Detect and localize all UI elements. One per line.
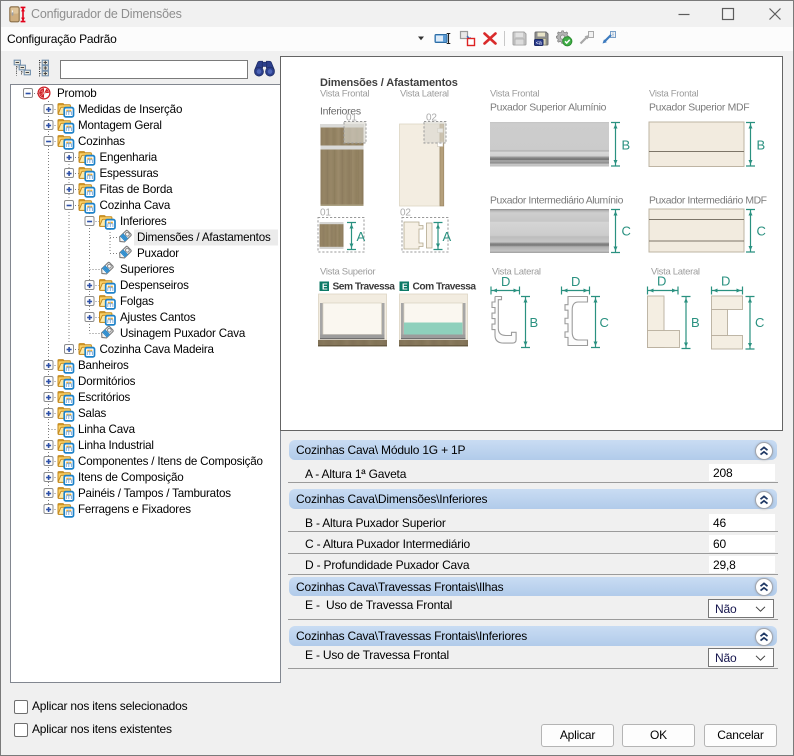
svg-text:C: C (622, 224, 631, 239)
svg-text:Puxador Superior Alumínio: Puxador Superior Alumínio (490, 103, 607, 114)
svg-text:Vista Lateral: Vista Lateral (400, 89, 449, 100)
svg-text:D: D (721, 274, 730, 289)
svg-text:Banheiros: Banheiros (78, 359, 129, 372)
svg-text:Puxador Superior MDF: Puxador Superior MDF (649, 103, 749, 114)
svg-text:Cozinha Cava: Cozinha Cava (100, 199, 171, 212)
svg-text:D: D (571, 274, 580, 289)
svg-text:Puxador Intermediário MDF: Puxador Intermediário MDF (649, 196, 767, 207)
svg-text:Ferragens e Fixadores: Ferragens e Fixadores (78, 503, 191, 516)
svg-text:Cozinha Cava Madeira: Cozinha Cava Madeira (100, 343, 215, 356)
svg-text:Despenseiros: Despenseiros (120, 279, 189, 292)
svg-text:Sem Travessa: Sem Travessa (333, 282, 396, 293)
svg-text:Painéis / Tampos / Tamburatos: Painéis / Tampos / Tamburatos (78, 487, 231, 500)
svg-text:Fitas de Borda: Fitas de Borda (100, 183, 174, 196)
svg-text:C: C (755, 315, 764, 330)
svg-text:Superiores: Superiores (120, 263, 175, 276)
svg-text:Puxador Intermediário Alumínio: Puxador Intermediário Alumínio (490, 196, 624, 207)
svg-text:B: B (691, 315, 699, 330)
svg-text:Vista Superior: Vista Superior (320, 267, 375, 278)
svg-text:C: C (757, 224, 766, 239)
svg-text:E: E (322, 281, 328, 291)
svg-text:Escritórios: Escritórios (78, 391, 131, 404)
svg-text:Ajustes Cantos: Ajustes Cantos (120, 311, 196, 324)
svg-text:Vista Frontal: Vista Frontal (490, 89, 539, 100)
svg-text:Engenharia: Engenharia (100, 151, 158, 164)
svg-text:Linha Cava: Linha Cava (78, 423, 136, 436)
svg-text:Vista Lateral: Vista Lateral (492, 267, 541, 278)
svg-text:B: B (622, 138, 630, 153)
svg-text:B: B (530, 315, 538, 330)
svg-text:Puxador: Puxador (137, 247, 179, 260)
svg-text:B: B (757, 138, 765, 153)
svg-text:C: C (600, 315, 609, 330)
svg-text:Promob: Promob (57, 87, 97, 100)
svg-text:Vista Frontal: Vista Frontal (649, 89, 698, 100)
svg-text:Espessuras: Espessuras (100, 167, 159, 180)
svg-text:02: 02 (400, 208, 411, 219)
svg-text:D: D (501, 274, 510, 289)
svg-text:01: 01 (320, 208, 331, 219)
svg-text:Dimensões / Afastamentos: Dimensões / Afastamentos (137, 231, 271, 244)
svg-text:Salas: Salas (78, 407, 106, 420)
svg-text:Itens de Composição: Itens de Composição (78, 471, 184, 484)
svg-text:D: D (657, 274, 666, 289)
svg-text:A: A (443, 229, 452, 244)
svg-text:Vista Frontal: Vista Frontal (320, 89, 369, 100)
svg-text:Inferiores: Inferiores (120, 215, 167, 228)
svg-text:Cozinhas: Cozinhas (78, 135, 125, 148)
svg-text:Dormitórios: Dormitórios (78, 375, 136, 388)
svg-text:Montagem Geral: Montagem Geral (78, 119, 162, 132)
svg-text:A: A (357, 229, 366, 244)
svg-text:E: E (402, 281, 408, 291)
svg-text:Componentes / Itens de Composi: Componentes / Itens de Composição (78, 455, 263, 468)
svg-text:Folgas: Folgas (120, 295, 154, 308)
svg-text:Linha Industrial: Linha Industrial (78, 439, 154, 452)
svg-text:Com Travessa: Com Travessa (413, 282, 477, 293)
svg-text:Dimensões / Afastamentos: Dimensões / Afastamentos (320, 77, 458, 89)
svg-text:Usinagem Puxador Cava: Usinagem Puxador Cava (120, 327, 246, 340)
svg-text:Medidas de Inserção: Medidas de Inserção (78, 103, 182, 116)
